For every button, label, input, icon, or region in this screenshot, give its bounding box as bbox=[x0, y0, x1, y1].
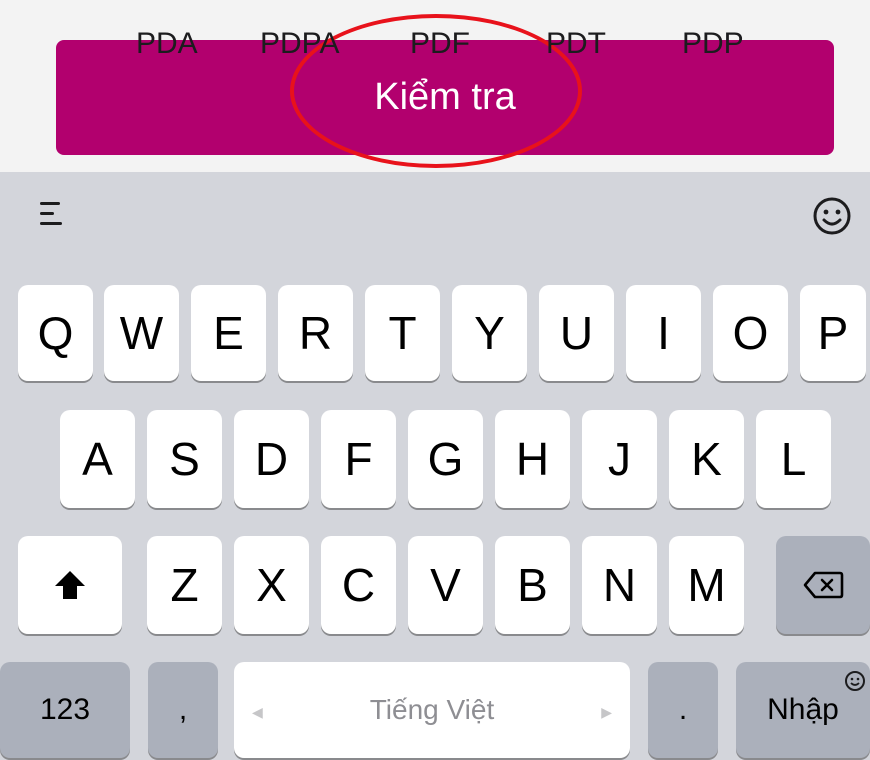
suggestion-label: PDP bbox=[682, 27, 744, 60]
suggestion-item[interactable]: PDA bbox=[136, 0, 198, 88]
key-n[interactable]: N bbox=[582, 536, 657, 634]
key-y[interactable]: Y bbox=[452, 285, 527, 381]
key-p[interactable]: P bbox=[800, 285, 866, 381]
key-q[interactable]: Q bbox=[18, 285, 93, 381]
key-label: F bbox=[344, 433, 373, 485]
period-key-label: . bbox=[678, 693, 688, 726]
key-a[interactable]: A bbox=[60, 410, 135, 508]
key-label: K bbox=[691, 433, 722, 485]
key-h[interactable]: H bbox=[495, 410, 570, 508]
key-l[interactable]: L bbox=[756, 410, 831, 508]
suggestion-item[interactable]: PDP bbox=[682, 0, 744, 88]
backspace-icon bbox=[803, 571, 844, 599]
suggestion-label: PDPA bbox=[260, 27, 340, 60]
key-label: I bbox=[657, 307, 670, 359]
return-key-label: Nhập bbox=[767, 693, 839, 726]
numbers-key-label: 123 bbox=[39, 693, 91, 726]
key-label: S bbox=[169, 433, 200, 485]
key-label: Y bbox=[474, 307, 505, 359]
menu-lines-icon[interactable] bbox=[40, 200, 66, 228]
numbers-key[interactable]: 123 bbox=[0, 662, 130, 758]
shift-key[interactable] bbox=[18, 536, 122, 634]
key-label: W bbox=[119, 307, 164, 359]
key-label: Q bbox=[37, 307, 74, 359]
key-label: R bbox=[298, 307, 333, 359]
key-d[interactable]: D bbox=[234, 410, 309, 508]
key-v[interactable]: V bbox=[408, 536, 483, 634]
key-label: V bbox=[430, 559, 461, 611]
key-b[interactable]: B bbox=[495, 536, 570, 634]
key-j[interactable]: J bbox=[582, 410, 657, 508]
key-label: J bbox=[608, 433, 631, 485]
suggestion-label: PDA bbox=[136, 27, 198, 60]
key-f[interactable]: F bbox=[321, 410, 396, 508]
suggestion-item[interactable]: PDPA bbox=[260, 0, 339, 88]
key-label: P bbox=[817, 307, 849, 359]
key-label: G bbox=[427, 433, 464, 485]
key-u[interactable]: U bbox=[539, 285, 614, 381]
return-key[interactable]: Nhập bbox=[736, 662, 870, 758]
key-label: E bbox=[213, 307, 244, 359]
arrow-left-icon: ◀ bbox=[252, 704, 263, 720]
key-label: H bbox=[515, 433, 550, 485]
key-m[interactable]: M bbox=[669, 536, 744, 634]
key-label: B bbox=[517, 559, 548, 611]
suggestion-item[interactable]: PDT bbox=[546, 0, 606, 88]
key-i[interactable]: I bbox=[626, 285, 701, 381]
key-k[interactable]: K bbox=[669, 410, 744, 508]
key-label: T bbox=[388, 307, 417, 359]
emoji-icon[interactable] bbox=[812, 196, 852, 236]
key-x[interactable]: X bbox=[234, 536, 309, 634]
key-t[interactable]: T bbox=[365, 285, 440, 381]
comma-key-label: , bbox=[178, 693, 188, 726]
key-label: L bbox=[780, 433, 807, 485]
arrow-right-icon: ▶ bbox=[601, 704, 612, 720]
emoji-small-icon bbox=[845, 671, 865, 691]
key-label: N bbox=[602, 559, 637, 611]
key-s[interactable]: S bbox=[147, 410, 222, 508]
suggestion-label: PDT bbox=[546, 27, 606, 60]
key-g[interactable]: G bbox=[408, 410, 483, 508]
suggestion-label: PDF bbox=[410, 27, 470, 60]
key-r[interactable]: R bbox=[278, 285, 353, 381]
key-label: Z bbox=[170, 559, 199, 611]
shift-arrow-icon bbox=[55, 571, 85, 599]
key-label: U bbox=[559, 307, 594, 359]
key-label: M bbox=[687, 559, 726, 611]
comma-key[interactable]: , bbox=[148, 662, 218, 758]
key-e[interactable]: E bbox=[191, 285, 266, 381]
key-label: D bbox=[254, 433, 289, 485]
key-c[interactable]: C bbox=[321, 536, 396, 634]
key-label: X bbox=[256, 559, 287, 611]
key-z[interactable]: Z bbox=[147, 536, 222, 634]
suggestion-bar bbox=[0, 172, 870, 260]
key-label: O bbox=[732, 307, 769, 359]
period-key[interactable]: . bbox=[648, 662, 718, 758]
key-label: A bbox=[82, 433, 113, 485]
suggestion-item[interactable]: PDF bbox=[410, 0, 470, 88]
space-key[interactable]: ◀ Tiếng Việt ▶ bbox=[234, 662, 630, 758]
key-w[interactable]: W bbox=[104, 285, 179, 381]
backspace-key[interactable] bbox=[776, 536, 870, 634]
key-o[interactable]: O bbox=[713, 285, 788, 381]
space-key-label: Tiếng Việt bbox=[369, 694, 495, 725]
key-label: C bbox=[341, 559, 376, 611]
